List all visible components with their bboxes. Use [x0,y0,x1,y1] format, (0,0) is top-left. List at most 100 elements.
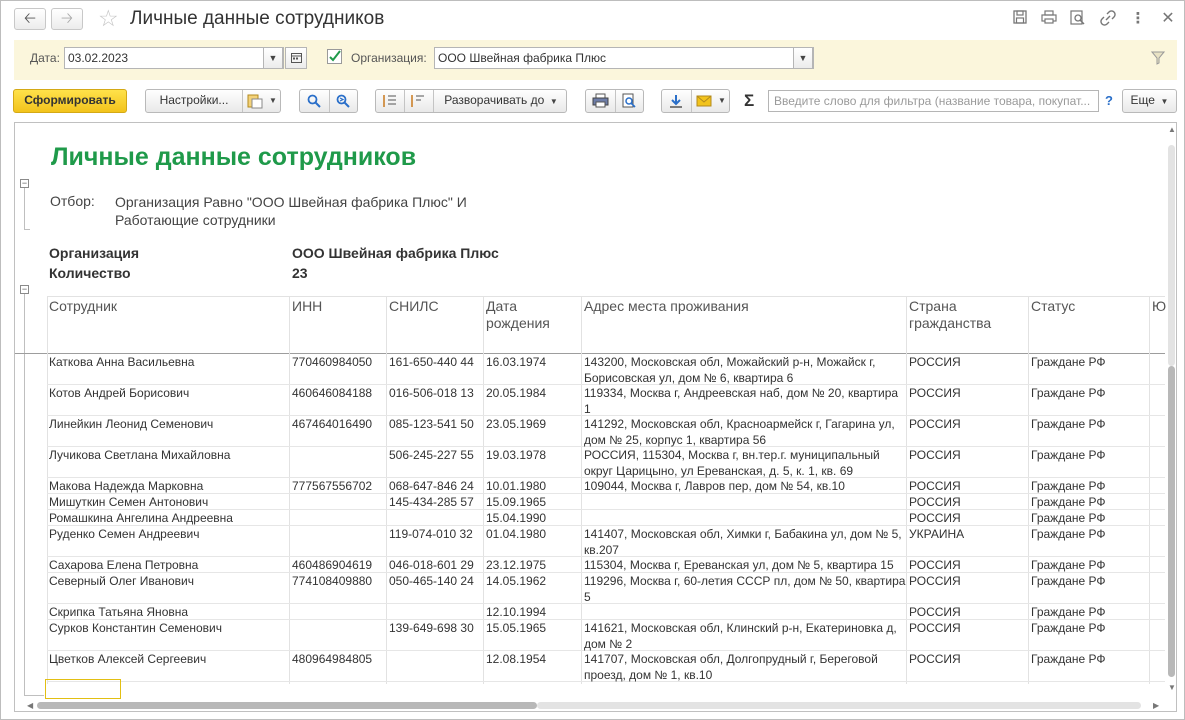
column-header[interactable]: Адрес места проживания [584,298,904,315]
print-icon[interactable] [1040,10,1058,28]
column-header[interactable]: Страна гражданства [909,298,1019,332]
country-cell[interactable]: РОССИЯ [909,386,1027,416]
address-cell[interactable]: 143200, Московская обл, Можайский р-н, М… [584,355,907,385]
inn-cell[interactable] [292,621,386,651]
employee-name-cell[interactable]: Руденко Семен Андреевич [49,527,289,557]
date-field[interactable]: 03.02.2023 ▼ [64,47,284,69]
employee-name-cell[interactable]: Скрипка Татьяна Яновна [49,605,289,620]
snils-cell[interactable]: 119-074-010 32 [389,527,483,557]
address-cell[interactable]: РОССИЯ, 115304, Москва г, вн.тер.г. муни… [584,448,907,478]
employee-name-cell[interactable]: Северный Олег Иванович [49,574,289,604]
inn-cell[interactable]: 460646084188 [292,386,386,416]
expand-to-button[interactable]: Разворачивать до ▼ [434,90,568,112]
status-cell[interactable]: Граждане РФ [1031,479,1149,494]
birth-date-cell[interactable]: 19.03.1978 [486,448,580,478]
table-row[interactable]: Руденко Семен Андреевич 119-074-010 32 01.… [47,526,1165,557]
birth-date-cell[interactable]: 23.05.1969 [486,417,580,447]
snils-cell[interactable]: 046-018-601 29 [389,558,483,573]
status-cell[interactable]: Граждане РФ [1031,417,1149,447]
generate-button[interactable]: Сформировать [13,89,127,113]
send-email-button[interactable] [696,94,712,115]
address-cell[interactable]: 141407, Московская обл, Химки г, Бабакин… [584,527,907,557]
country-cell[interactable]: РОССИЯ [909,448,1027,478]
inn-cell[interactable]: 770460984050 [292,355,386,385]
vertical-scrollbar[interactable]: ▲ ▼ [1166,123,1176,703]
birth-date-cell[interactable]: 12.08.1954 [486,652,580,682]
preview-button[interactable] [621,93,637,116]
employee-name-cell[interactable]: Макова Надежда Марковна [49,479,289,494]
settings-button[interactable]: Настройки... [146,90,242,111]
country-cell[interactable]: РОССИЯ [909,621,1027,651]
country-cell[interactable]: РОССИЯ [909,574,1027,604]
status-cell[interactable]: Граждане РФ [1031,386,1149,416]
address-cell[interactable]: 141292, Московская обл, Красноармейск г,… [584,417,907,447]
snils-cell[interactable] [389,511,483,526]
print-button[interactable] [592,93,609,116]
org-dropdown-button[interactable]: ▼ [793,47,813,69]
birth-date-cell[interactable]: 15.04.1990 [486,511,580,526]
employee-name-cell[interactable]: Каткова Анна Васильевна [49,355,289,385]
help-icon[interactable]: ? [1105,93,1113,108]
country-cell[interactable]: РОССИЯ [909,605,1027,620]
employee-name-cell[interactable]: Лучикова Светлана Михайловна [49,448,289,478]
column-header[interactable]: СНИЛС [389,298,479,315]
employee-name-cell[interactable]: Мишуткин Семен Антонович [49,495,289,510]
address-cell[interactable] [584,605,907,620]
group-collapse-toggle[interactable]: − [20,179,29,188]
org-checkbox[interactable] [327,49,343,65]
country-cell[interactable]: РОССИЯ [909,355,1027,385]
status-cell[interactable]: Граждане РФ [1031,511,1149,526]
employee-name-cell[interactable]: Сахарова Елена Петровна [49,558,289,573]
more-vertical-icon[interactable]: ⋮ [1129,10,1147,28]
find-next-button[interactable] [335,93,351,116]
status-cell[interactable]: Граждане РФ [1031,527,1149,557]
date-dropdown-button[interactable]: ▼ [263,47,283,69]
table-row[interactable]: Скрипка Татьяна Яновна 12.10.1994 РОССИЯ Гр… [47,604,1165,620]
column-header[interactable]: Ю [1152,298,1166,315]
find-button[interactable] [306,93,322,116]
address-cell[interactable]: 115304, Москва г, Ереванская ул, дом № 5… [584,558,907,573]
snils-cell[interactable] [389,652,483,682]
vertical-scroll-thumb[interactable] [1168,366,1175,677]
scroll-right-icon[interactable]: ▶ [1153,701,1159,710]
employee-name-cell[interactable]: Линейкин Леонид Семенович [49,417,289,447]
group-collapse-toggle[interactable]: − [20,285,29,294]
calendar-button[interactable] [285,47,307,69]
preview-icon[interactable] [1069,10,1087,28]
table-row[interactable]: Сурков Константин Семенович 139-649-698 3… [47,620,1165,651]
birth-date-cell[interactable]: 20.05.1984 [486,386,580,416]
status-cell[interactable]: Граждане РФ [1031,558,1149,573]
column-header[interactable]: Сотрудник [49,298,289,315]
snils-cell[interactable]: 145-434-285 57 [389,495,483,510]
inn-cell[interactable]: 467464016490 [292,417,386,447]
inn-cell[interactable] [292,495,386,510]
birth-date-cell[interactable]: 01.04.1980 [486,527,580,557]
table-row[interactable]: Линейкин Леонид Семенович 467464016490 085… [47,416,1165,447]
inn-cell[interactable] [292,511,386,526]
snils-cell[interactable]: 085-123-541 50 [389,417,483,447]
country-cell[interactable]: РОССИЯ [909,558,1027,573]
status-cell[interactable]: Граждане РФ [1031,355,1149,385]
scroll-left-icon[interactable]: ◀ [27,701,33,710]
table-row[interactable]: Каткова Анна Васильевна 770460984050 161-6… [47,354,1165,385]
address-cell[interactable] [584,495,907,510]
employee-name-cell[interactable]: Котов Андрей Борисович [49,386,289,416]
snils-cell[interactable] [389,605,483,620]
address-cell[interactable]: 141707, Московская обл, Долгопрудный г, … [584,652,907,682]
scroll-down-icon[interactable]: ▼ [1168,683,1176,692]
horizontal-scroll-thumb[interactable] [37,702,537,709]
address-cell[interactable]: 109044, Москва г, Лавров пер, дом № 54, … [584,479,907,494]
employee-name-cell[interactable]: Цветков Алексей Сергеевич [49,652,289,682]
more-button[interactable]: Еще ▼ [1122,89,1177,113]
birth-date-cell[interactable]: 10.01.1980 [486,479,580,494]
country-cell[interactable]: РОССИЯ [909,652,1027,682]
expand-all-button[interactable] [409,93,427,116]
download-button[interactable] [668,93,684,116]
forward-button[interactable]: 🡢 [51,8,83,30]
horizontal-scrollbar[interactable]: ◀ ▶ [27,701,1159,710]
birth-date-cell[interactable]: 14.05.1962 [486,574,580,604]
column-header[interactable]: Статус [1031,298,1151,315]
table-row[interactable]: Ромашкина Ангелина Андреевна 15.04.1990 РО… [47,510,1165,526]
country-cell[interactable]: РОССИЯ [909,417,1027,447]
address-cell[interactable]: 119296, Москва г, 60-летия СССР пл, дом … [584,574,907,604]
